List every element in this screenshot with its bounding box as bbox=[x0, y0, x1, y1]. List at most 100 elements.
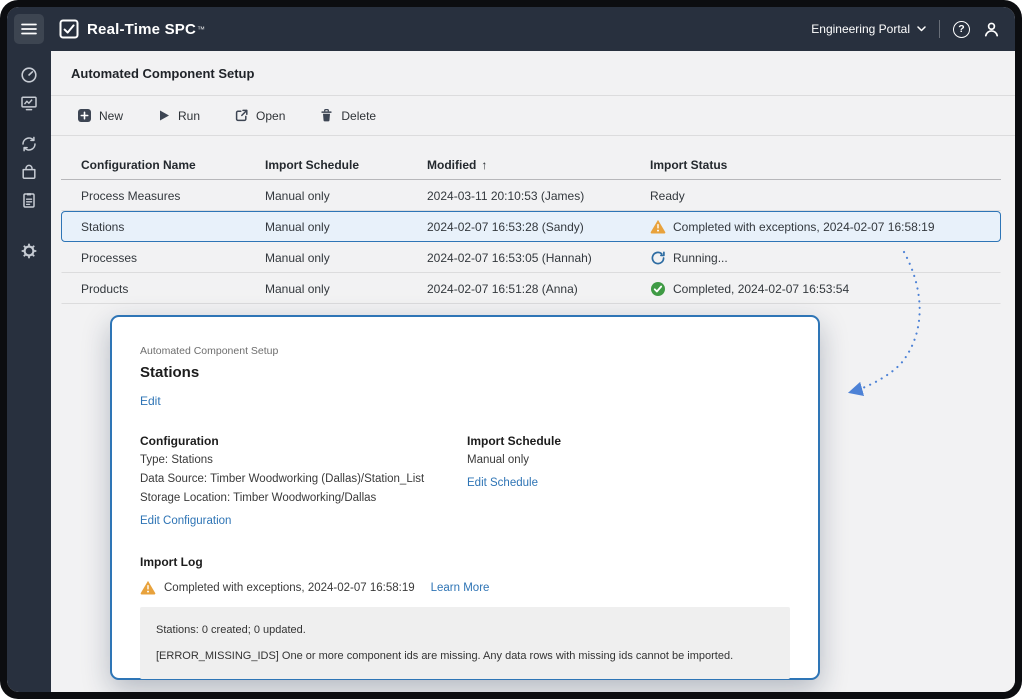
screenshot-stage: Real-Time SPC ™ Engineering Portal ? bbox=[0, 0, 1022, 699]
detail-columns: Configuration Type: Stations Data Source… bbox=[140, 434, 790, 529]
run-label: Run bbox=[178, 109, 200, 123]
modified: 2024-02-07 16:53:05 (Hannah) bbox=[427, 251, 650, 265]
new-label: New bbox=[99, 109, 123, 123]
app-window: Real-Time SPC ™ Engineering Portal ? bbox=[7, 7, 1015, 692]
app-title: Real-Time SPC bbox=[87, 21, 196, 38]
schedule-value: Manual only bbox=[467, 453, 561, 467]
col-modified[interactable]: Modified ↑ bbox=[427, 158, 650, 172]
log-status-text: Completed with exceptions, 2024-02-07 16… bbox=[164, 582, 415, 594]
config-name: Process Measures bbox=[81, 189, 265, 203]
import-schedule: Manual only bbox=[265, 189, 427, 203]
menu-zone bbox=[7, 7, 51, 51]
play-icon bbox=[157, 108, 171, 123]
open-icon bbox=[234, 108, 249, 123]
sort-ascending-icon: ↑ bbox=[481, 158, 487, 172]
help-icon: ? bbox=[953, 21, 970, 38]
sync-icon bbox=[20, 135, 38, 153]
col-modified-label: Modified bbox=[427, 158, 476, 172]
stations-detail-panel: Automated Component Setup Stations Edit … bbox=[110, 315, 820, 680]
configurations-table: Configuration Name Import Schedule Modif… bbox=[61, 150, 1001, 304]
import-schedule: Manual only bbox=[265, 282, 427, 296]
sidebar-item-dashboard[interactable] bbox=[7, 61, 51, 89]
new-button[interactable]: New bbox=[77, 108, 123, 123]
status-text: Ready bbox=[650, 189, 685, 203]
sidebar-item-sync[interactable] bbox=[7, 130, 51, 158]
modified: 2024-03-11 20:10:53 (James) bbox=[427, 189, 650, 203]
gauge-icon bbox=[20, 66, 38, 84]
table-row-processes[interactable]: Processes Manual only 2024-02-07 16:53:0… bbox=[61, 242, 1001, 273]
page-title: Automated Component Setup bbox=[71, 66, 254, 81]
import-log-status: Completed with exceptions, 2024-02-07 16… bbox=[140, 580, 790, 595]
modified: 2024-02-07 16:53:28 (Sandy) bbox=[427, 220, 650, 234]
delete-label: Delete bbox=[341, 109, 376, 123]
edit-schedule-link[interactable]: Edit Schedule bbox=[467, 477, 538, 489]
import-log-heading: Import Log bbox=[140, 555, 790, 569]
schedule-section: Import Schedule Manual only Edit Schedul… bbox=[467, 434, 561, 529]
col-import-status[interactable]: Import Status bbox=[650, 158, 1001, 172]
edit-configuration-link[interactable]: Edit Configuration bbox=[140, 515, 231, 527]
table-header-row: Configuration Name Import Schedule Modif… bbox=[61, 150, 1001, 180]
portal-label: Engineering Portal bbox=[811, 22, 910, 36]
storage-icon bbox=[20, 163, 38, 181]
toolbar: New Run bbox=[51, 96, 1015, 136]
learn-more-link[interactable]: Learn More bbox=[431, 582, 490, 594]
import-status: Ready bbox=[650, 189, 1000, 203]
trash-icon bbox=[319, 108, 334, 123]
user-icon bbox=[983, 21, 1000, 38]
user-button[interactable] bbox=[983, 21, 1000, 38]
sidebar-item-settings[interactable] bbox=[7, 237, 51, 265]
col-configuration-name[interactable]: Configuration Name bbox=[81, 158, 265, 172]
detail-title: Stations bbox=[140, 364, 790, 381]
status-text: Running... bbox=[673, 251, 728, 265]
success-check-icon bbox=[650, 281, 666, 297]
trademark: ™ bbox=[197, 25, 205, 34]
config-name: Processes bbox=[81, 251, 265, 265]
detail-breadcrumb: Automated Component Setup bbox=[140, 345, 790, 357]
page-header: Automated Component Setup bbox=[51, 51, 1015, 96]
table-row-products[interactable]: Products Manual only 2024-02-07 16:51:28… bbox=[61, 273, 1001, 304]
help-button[interactable]: ? bbox=[953, 21, 970, 38]
run-button[interactable]: Run bbox=[157, 108, 200, 123]
col-import-schedule[interactable]: Import Schedule bbox=[265, 158, 427, 172]
config-name: Stations bbox=[81, 220, 265, 234]
warning-icon bbox=[650, 219, 666, 234]
table-row-process-measures[interactable]: Process Measures Manual only 2024-03-11 … bbox=[61, 180, 1001, 211]
running-refresh-icon bbox=[650, 250, 666, 266]
import-status: Completed, 2024-02-07 16:53:54 bbox=[650, 281, 1000, 297]
import-log-box: Stations: 0 created; 0 updated. [ERROR_M… bbox=[140, 607, 790, 679]
config-data-source: Data Source: Timber Woodworking (Dallas)… bbox=[140, 472, 467, 486]
import-schedule-heading: Import Schedule bbox=[467, 434, 561, 448]
plus-icon bbox=[77, 108, 92, 123]
delete-button[interactable]: Delete bbox=[319, 108, 376, 123]
import-status: Completed with exceptions, 2024-02-07 16… bbox=[650, 219, 1000, 234]
import-schedule: Manual only bbox=[265, 251, 427, 265]
configuration-heading: Configuration bbox=[140, 434, 467, 448]
config-name: Products bbox=[81, 282, 265, 296]
import-status: Running... bbox=[650, 250, 1000, 266]
open-button[interactable]: Open bbox=[234, 108, 285, 123]
configuration-section: Configuration Type: Stations Data Source… bbox=[140, 434, 467, 529]
config-type: Type: Stations bbox=[140, 453, 467, 467]
config-storage-location: Storage Location: Timber Woodworking/Dal… bbox=[140, 491, 467, 505]
sidebar bbox=[7, 51, 51, 692]
chevron-down-icon bbox=[917, 26, 926, 32]
gear-icon bbox=[20, 242, 38, 260]
table-row-stations[interactable]: Stations Manual only 2024-02-07 16:53:28… bbox=[61, 211, 1001, 242]
edit-link[interactable]: Edit bbox=[140, 394, 161, 408]
sidebar-item-tasks[interactable] bbox=[7, 186, 51, 214]
sidebar-item-charts[interactable] bbox=[7, 89, 51, 117]
log-line: Stations: 0 created; 0 updated. bbox=[156, 624, 774, 636]
hamburger-icon bbox=[20, 20, 38, 38]
tasks-icon bbox=[20, 191, 38, 209]
status-text: Completed with exceptions, 2024-02-07 16… bbox=[673, 220, 935, 234]
warning-icon bbox=[140, 580, 156, 595]
menu-button[interactable] bbox=[14, 14, 44, 44]
topbar-divider bbox=[939, 20, 940, 38]
status-text: Completed, 2024-02-07 16:53:54 bbox=[673, 282, 849, 296]
portal-selector[interactable]: Engineering Portal bbox=[811, 22, 926, 36]
sidebar-item-storage[interactable] bbox=[7, 158, 51, 186]
brand: Real-Time SPC ™ bbox=[59, 19, 205, 39]
open-label: Open bbox=[256, 109, 285, 123]
log-line: [ERROR_MISSING_IDS] One or more componen… bbox=[156, 650, 774, 662]
chart-monitor-icon bbox=[20, 94, 38, 112]
